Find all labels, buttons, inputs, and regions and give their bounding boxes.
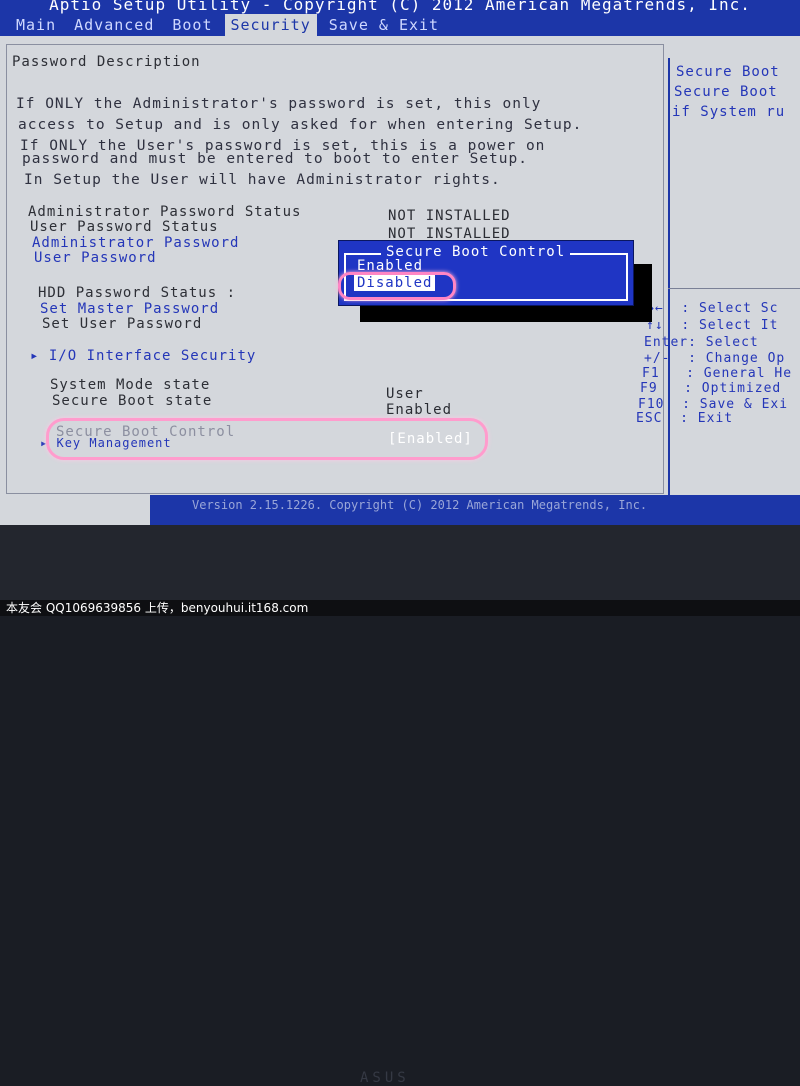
help-divider [668, 288, 800, 289]
key-hint: ESC : Exit [636, 411, 734, 426]
help-text-line: Secure Boot [676, 64, 780, 80]
tab-boot[interactable]: Boot [166, 14, 218, 36]
user-password-item[interactable]: User Password [34, 250, 157, 266]
set-user-password-item[interactable]: Set User Password [42, 316, 202, 332]
brand-logo: ASUS [360, 1070, 410, 1086]
help-pane [668, 58, 800, 498]
laptop-bezel: ASUS [0, 525, 800, 1086]
key-hint: →← : Select Sc [646, 301, 779, 316]
highlight-circle [338, 272, 456, 300]
help-text-line: if System ru [672, 104, 786, 120]
description-line: access to Setup and is only asked for wh… [18, 117, 583, 133]
key-hint: F9 : Optimized [640, 381, 782, 396]
bios-screen: Aptio Setup Utility - Copyright (C) 2012… [0, 0, 800, 525]
tab-security[interactable]: Security [224, 14, 317, 36]
tab-save-exit[interactable]: Save & Exit [323, 14, 445, 36]
user-password-status-label: User Password Status [30, 219, 219, 235]
key-hint: Enter: Select [644, 335, 759, 350]
io-interface-security-item[interactable]: ▸ I/O Interface Security [30, 348, 256, 364]
system-mode-state-label: System Mode state [50, 377, 211, 393]
io-interface-security-label: I/O Interface Security [48, 348, 257, 364]
secure-boot-state-label: Secure Boot state [52, 393, 213, 409]
admin-password-status-label: Administrator Password Status [28, 204, 302, 220]
version-footer: Version 2.15.1226. Copyright (C) 2012 Am… [150, 495, 800, 525]
submenu-arrow-icon: ▸ [30, 348, 40, 364]
tab-advanced[interactable]: Advanced [68, 14, 160, 36]
hdd-password-status-label: HDD Password Status : [38, 285, 237, 301]
admin-password-status-value: NOT INSTALLED [388, 208, 511, 224]
system-mode-state-value: User [386, 386, 424, 402]
key-hint: +/- : Change Op [644, 351, 786, 366]
description-heading: Password Description [12, 54, 201, 70]
administrator-password-item[interactable]: Administrator Password [32, 235, 239, 251]
description-line: In Setup the User will have Administrato… [24, 172, 501, 188]
description-line: password and must be entered to boot to … [22, 151, 528, 167]
upload-caption: 本友会 QQ1069639856 上传，benyouhui.it168.com [0, 600, 800, 616]
key-hint: F1 : General He [642, 366, 793, 381]
key-hint: F10 : Save & Exi [638, 397, 789, 412]
tab-bar: Main Advanced Boot Security Save & Exit [0, 14, 800, 36]
tab-main[interactable]: Main [10, 14, 62, 36]
set-master-password-item[interactable]: Set Master Password [40, 301, 219, 317]
highlight-circle [46, 418, 488, 460]
description-line: If ONLY the Administrator's password is … [16, 96, 542, 112]
key-hint: ↑↓ : Select It [646, 318, 779, 333]
help-text-line: Secure Boot [674, 84, 778, 100]
secure-boot-state-value: Enabled [386, 402, 453, 418]
